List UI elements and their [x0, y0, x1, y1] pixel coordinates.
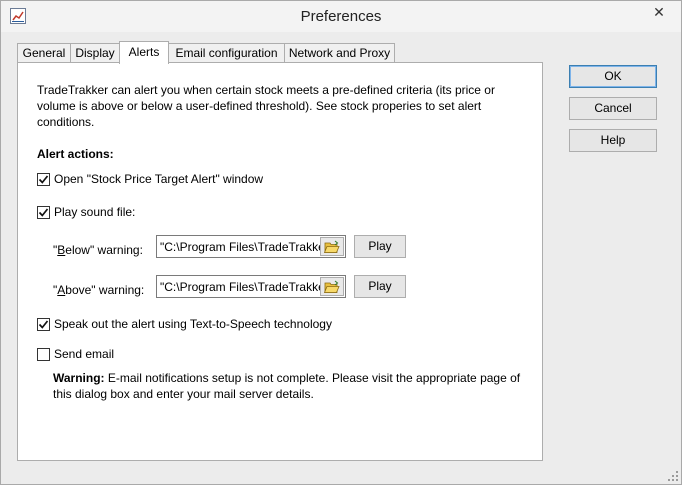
send-email-option[interactable]: Send email — [37, 346, 114, 362]
help-button[interactable]: Help — [569, 129, 657, 152]
folder-open-icon — [324, 280, 340, 293]
above-browse-button[interactable] — [320, 277, 344, 296]
below-browse-button[interactable] — [320, 237, 344, 256]
above-sound-path: "C:\Program Files\TradeTrakker — [160, 280, 320, 294]
open-window-checkbox[interactable] — [37, 172, 50, 186]
preferences-window: Preferences ✕ General Display Alerts Ema… — [0, 0, 682, 485]
speak-checkbox[interactable] — [37, 317, 50, 331]
below-sound-path: "C:\Program Files\TradeTrakker — [160, 240, 320, 254]
email-warning: Warning: E-mail notifications setup is n… — [53, 370, 528, 402]
speak-option[interactable]: Speak out the alert using Text-to-Speech… — [37, 316, 332, 332]
above-sound-path-field[interactable]: "C:\Program Files\TradeTrakker — [156, 275, 346, 298]
checkmark-icon — [38, 174, 49, 184]
below-play-button[interactable]: Play — [354, 235, 406, 258]
open-window-option[interactable]: Open "Stock Price Target Alert" window — [37, 171, 263, 187]
play-sound-label: Play sound file: — [54, 205, 136, 219]
tab-alerts[interactable]: Alerts — [119, 41, 169, 64]
tab-network-and-proxy[interactable]: Network and Proxy — [284, 43, 395, 63]
alerts-panel: TradeTrakker can alert you when certain … — [17, 62, 543, 461]
speak-label: Speak out the alert using Text-to-Speech… — [54, 317, 332, 331]
alert-actions-heading: Alert actions: — [37, 147, 114, 161]
below-sound-path-field[interactable]: "C:\Program Files\TradeTrakker — [156, 235, 346, 258]
play-sound-option[interactable]: Play sound file: — [37, 204, 135, 220]
send-email-checkbox[interactable] — [37, 347, 50, 361]
ok-button[interactable]: OK — [569, 65, 657, 88]
checkmark-icon — [38, 207, 49, 217]
checkmark-icon — [38, 319, 49, 329]
close-button[interactable]: ✕ — [643, 2, 675, 22]
above-label-rest: bove" warning: — [65, 283, 145, 297]
tab-general[interactable]: General — [17, 43, 71, 63]
below-label-rest: elow" warning: — [65, 243, 143, 257]
below-warning-label: "Below" warning: — [53, 243, 143, 257]
send-email-label: Send email — [54, 347, 115, 361]
title-bar[interactable]: Preferences ✕ — [1, 1, 681, 32]
warning-text: E-mail notifications setup is not comple… — [53, 371, 521, 401]
close-icon: ✕ — [653, 4, 665, 20]
resize-grip-icon[interactable] — [667, 470, 679, 482]
open-window-label: Open "Stock Price Target Alert" window — [54, 172, 264, 186]
window-title: Preferences — [300, 8, 382, 25]
alerts-intro-text: TradeTrakker can alert you when certain … — [37, 83, 495, 129]
above-play-button[interactable]: Play — [354, 275, 406, 298]
tab-display[interactable]: Display — [70, 43, 120, 63]
cancel-button[interactable]: Cancel — [569, 97, 657, 120]
above-warning-label: "Above" warning: — [53, 283, 144, 297]
warning-heading: Warning: — [53, 371, 105, 385]
folder-open-icon — [324, 240, 340, 253]
tab-email-configuration[interactable]: Email configuration — [168, 43, 285, 63]
play-sound-checkbox[interactable] — [37, 205, 50, 219]
